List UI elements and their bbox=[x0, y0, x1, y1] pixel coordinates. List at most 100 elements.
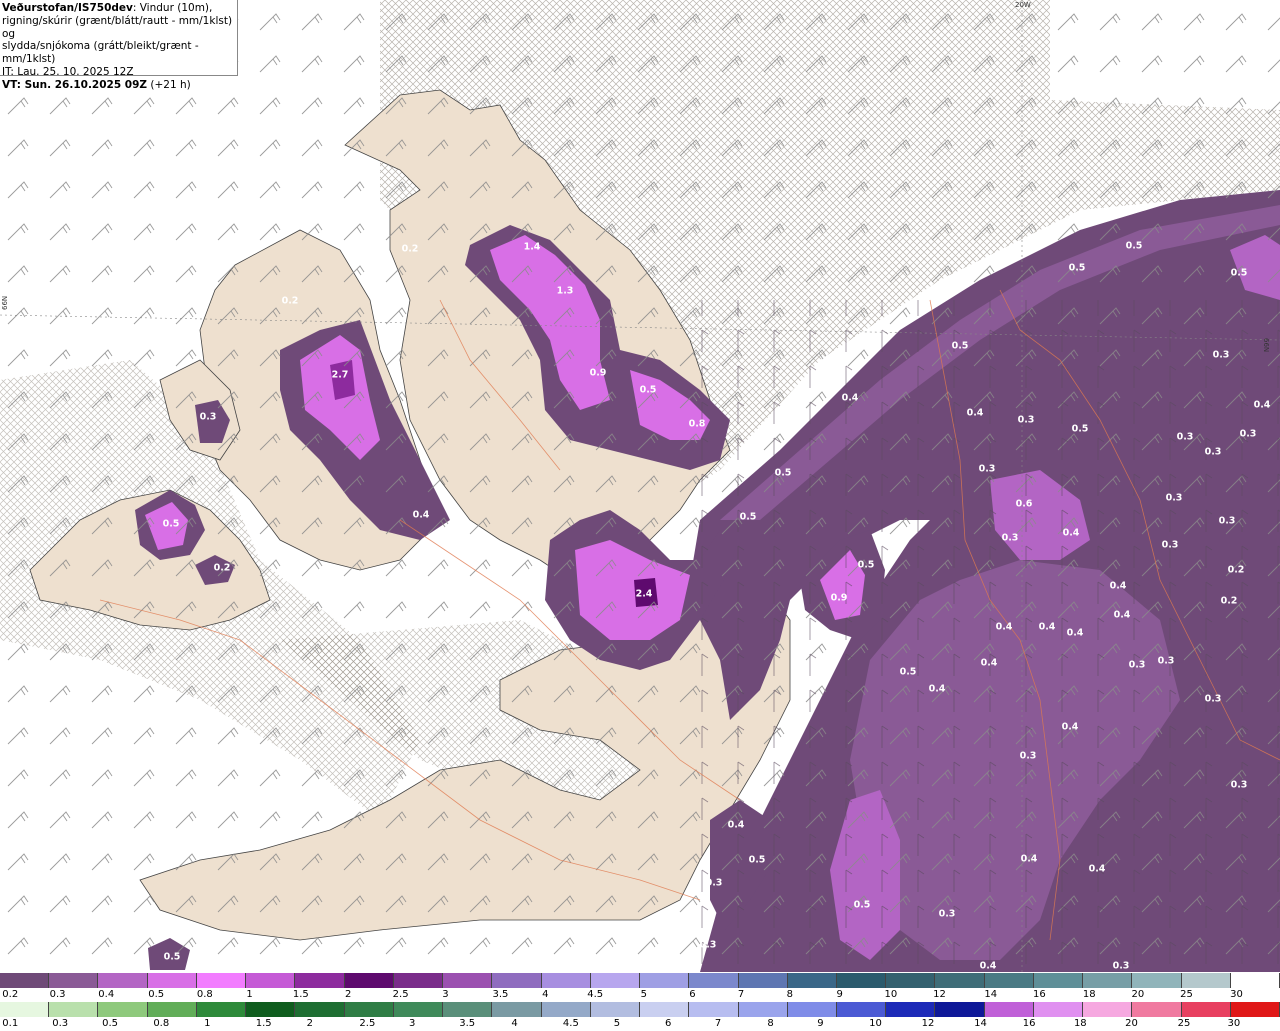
scale-tick-label: 3 bbox=[442, 989, 449, 1000]
scale-swatch bbox=[98, 973, 148, 988]
scale-tick-label: 7 bbox=[737, 989, 745, 1000]
snow-scale-bar bbox=[0, 973, 1280, 988]
info-line-3: slydda/snjókoma (grátt/bleikt/grænt - mm… bbox=[2, 40, 199, 66]
scale-swatch bbox=[787, 1002, 837, 1017]
weather-map: 20W 66N 66N 1.4 1.3 0.2 0.2 2.7 0.9 0.5 0.8 0.3 0… bbox=[0, 0, 1280, 972]
precip-value: 0.5 bbox=[774, 467, 792, 479]
scale-swatch bbox=[0, 973, 50, 988]
precip-value: 0.5 bbox=[1071, 423, 1089, 435]
scale-swatch bbox=[246, 1002, 296, 1017]
scale-tick-label: 30 bbox=[1227, 1018, 1241, 1029]
scale-swatch bbox=[1132, 973, 1182, 988]
precip-value: 0.5 bbox=[739, 511, 757, 523]
scale-swatch bbox=[1132, 1002, 1182, 1017]
scale-swatch bbox=[836, 1002, 887, 1017]
scale-swatch bbox=[147, 1002, 197, 1017]
scale-swatch bbox=[689, 1002, 739, 1017]
scale-tick-label: 1.5 bbox=[292, 989, 309, 1000]
scale-tick-label: 4 bbox=[542, 989, 549, 1000]
precip-value: 0.3 bbox=[1204, 446, 1222, 458]
precip-value: 0.2 bbox=[281, 295, 299, 307]
scale-tick-label: 10 bbox=[884, 989, 898, 1000]
precip-value: 0.9 bbox=[830, 592, 848, 604]
scale-swatch bbox=[738, 973, 788, 988]
scale-swatch bbox=[935, 973, 985, 988]
precip-value: 0.5 bbox=[163, 951, 181, 963]
scale-swatch bbox=[196, 1002, 247, 1017]
scale-tick-label: 4.5 bbox=[587, 989, 604, 1000]
scale-tick-label: 20 bbox=[1125, 1018, 1138, 1029]
scale-tick-label: 18 bbox=[1073, 1018, 1087, 1029]
precip-value: 0.5 bbox=[857, 559, 875, 571]
valid-time: VT: Sun. 26.10.2025 09Z bbox=[2, 78, 148, 91]
scale-tick-label: 7 bbox=[714, 1018, 722, 1029]
scale-tick-label: 8 bbox=[786, 989, 793, 1000]
precip-value: 0.3 bbox=[978, 463, 996, 475]
scale-swatch bbox=[984, 973, 1034, 988]
precip-value: 0.4 bbox=[1020, 853, 1038, 865]
precip-value: 0.3 bbox=[1001, 532, 1019, 544]
scale-tick-label: 0.5 bbox=[148, 989, 165, 1000]
precip-value: 0.5 bbox=[639, 384, 657, 396]
precip-value: 0.2 bbox=[1220, 595, 1238, 607]
precip-value: 0.4 bbox=[727, 819, 745, 831]
scale-swatch bbox=[1181, 973, 1231, 988]
precip-value: 0.4 bbox=[995, 621, 1013, 633]
precip-value: 0.3 bbox=[1157, 655, 1175, 667]
precip-value: 0.5 bbox=[853, 899, 871, 911]
precip-value: 0.3 bbox=[1128, 659, 1146, 671]
scale-swatch bbox=[1083, 973, 1133, 988]
scale-tick-label: 3.5 bbox=[492, 989, 509, 1000]
scale-tick-label: 4.5 bbox=[562, 1018, 579, 1029]
scale-tick-label: 3 bbox=[408, 1018, 416, 1029]
scale-tick-label: 2 bbox=[306, 1018, 313, 1029]
scale-tick-label: 25 bbox=[1180, 989, 1193, 1000]
scale-tick-label: 2.5 bbox=[359, 1018, 376, 1029]
precip-value: 0.4 bbox=[1061, 721, 1079, 733]
scale-swatch bbox=[344, 1002, 394, 1017]
snow-scale-ticks: 0.2 0.3 0.4 0.5 0.8 1 1.5 2 2.5 3 3.5 4 4.5 5 6 7 8 9 10 12… bbox=[0, 988, 1280, 1002]
scale-tick-label: 0.8 bbox=[196, 989, 213, 1000]
scale-tick-label: 14 bbox=[984, 989, 998, 1000]
scale-swatch bbox=[935, 1002, 985, 1017]
precip-value: 1.4 bbox=[523, 241, 541, 253]
precip-value: 0.3 bbox=[1230, 779, 1248, 791]
scale-tick-label: 0.2 bbox=[2, 989, 19, 1000]
scale-swatch bbox=[541, 1002, 591, 1017]
precip-value: 0.3 bbox=[1161, 539, 1179, 551]
precip-value: 0.3 bbox=[1019, 750, 1037, 762]
scale-swatch bbox=[984, 1002, 1034, 1017]
scale-tick-label: 9 bbox=[817, 1018, 824, 1029]
scale-tick-label: 18 bbox=[1082, 989, 1096, 1000]
scale-swatch bbox=[492, 1002, 542, 1017]
precip-value: 0.3 bbox=[1212, 349, 1230, 361]
scale-tick-label: 1.5 bbox=[255, 1018, 272, 1029]
scale-swatch bbox=[98, 1002, 148, 1017]
scale-tick-label: 12 bbox=[933, 989, 946, 1000]
precip-value: 0.3 bbox=[1204, 693, 1222, 705]
scale-swatch bbox=[1181, 1002, 1231, 1017]
precip-value: 0.4 bbox=[928, 683, 946, 695]
scale-swatch bbox=[1230, 973, 1280, 988]
precip-value: 0.4 bbox=[1113, 609, 1131, 621]
precip-value: 0.4 bbox=[1062, 527, 1080, 539]
precip-value: 0.3 bbox=[699, 939, 717, 951]
precip-value: 0.3 bbox=[938, 908, 956, 920]
snow-color-scale: 0.2 0.3 0.4 0.5 0.8 1 1.5 2 2.5 3 3.5 4 4.5 5 6 7 8 9 10 12… bbox=[0, 973, 1280, 1002]
scale-tick-label: 12 bbox=[921, 1018, 935, 1029]
scale-swatch bbox=[0, 1002, 50, 1017]
precip-value: 0.3 bbox=[1176, 431, 1194, 443]
longitude-label: 20W bbox=[1015, 1, 1031, 9]
info-box: Veðurstofan/IS750dev: Vindur (10m), rign… bbox=[0, 0, 238, 91]
scale-tick-label: 5 bbox=[613, 1018, 621, 1029]
scale-swatch bbox=[836, 973, 887, 988]
scale-tick-label: 20 bbox=[1131, 989, 1145, 1000]
scale-tick-label: 8 bbox=[767, 1018, 774, 1029]
precip-value: 0.3 bbox=[1165, 492, 1183, 504]
valid-time-line: VT: Sun. 26.10.2025 09Z (+21 h) bbox=[2, 79, 235, 92]
latitude-label-left: 66N bbox=[1, 295, 9, 310]
title-description: : Vindur (10m), bbox=[132, 2, 213, 14]
scale-tick-label: 9 bbox=[836, 989, 843, 1000]
model-title: Veðurstofan/IS750dev bbox=[2, 2, 133, 14]
scale-swatch bbox=[393, 973, 444, 988]
